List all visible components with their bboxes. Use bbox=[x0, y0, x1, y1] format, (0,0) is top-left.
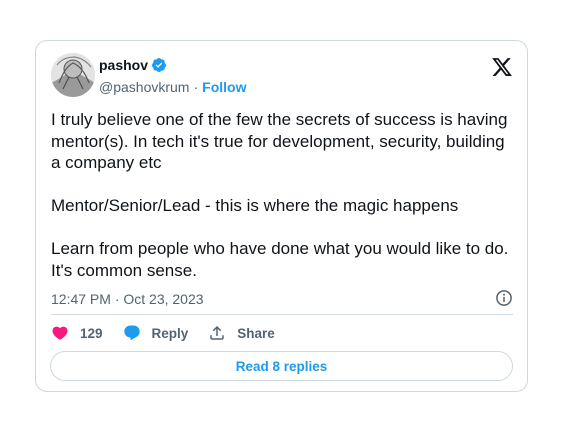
share-button[interactable]: Share bbox=[208, 324, 275, 342]
divider bbox=[51, 314, 513, 315]
speech-bubble-icon bbox=[123, 325, 140, 341]
x-logo-icon[interactable] bbox=[491, 56, 513, 78]
author-name[interactable]: pashov bbox=[99, 57, 148, 73]
read-replies-label: Read 8 replies bbox=[235, 358, 328, 374]
user-info: pashov @pashovkrum · Follow bbox=[99, 56, 246, 96]
like-button[interactable]: 129 bbox=[51, 324, 103, 342]
tweet-card: pashov @pashovkrum · Follow I truly beli… bbox=[35, 40, 528, 392]
reply-button[interactable]: Reply bbox=[123, 324, 189, 342]
heart-icon bbox=[52, 326, 68, 340]
verified-badge-icon bbox=[151, 57, 167, 73]
separator-dot: · bbox=[193, 79, 199, 95]
like-count: 129 bbox=[80, 325, 103, 341]
author-handle[interactable]: @pashovkrum bbox=[99, 79, 189, 95]
share-label: Share bbox=[237, 325, 275, 341]
reply-label: Reply bbox=[151, 325, 189, 341]
tweet-actions: 129 Reply Share bbox=[51, 322, 295, 344]
info-icon[interactable] bbox=[495, 289, 513, 307]
share-upload-icon bbox=[210, 325, 225, 340]
tweet-timestamp[interactable]: 12:47 PM · Oct 23, 2023 bbox=[51, 291, 204, 307]
user-avatar-icon bbox=[51, 53, 95, 97]
tweet-meta: 12:47 PM · Oct 23, 2023 bbox=[51, 289, 513, 309]
avatar[interactable] bbox=[51, 53, 95, 97]
tweet-text: I truly believe one of the few the secre… bbox=[51, 110, 509, 280]
tweet-header: pashov @pashovkrum · Follow bbox=[51, 53, 513, 99]
follow-button[interactable]: Follow bbox=[202, 79, 246, 95]
read-replies-button[interactable]: Read 8 replies bbox=[50, 351, 513, 381]
